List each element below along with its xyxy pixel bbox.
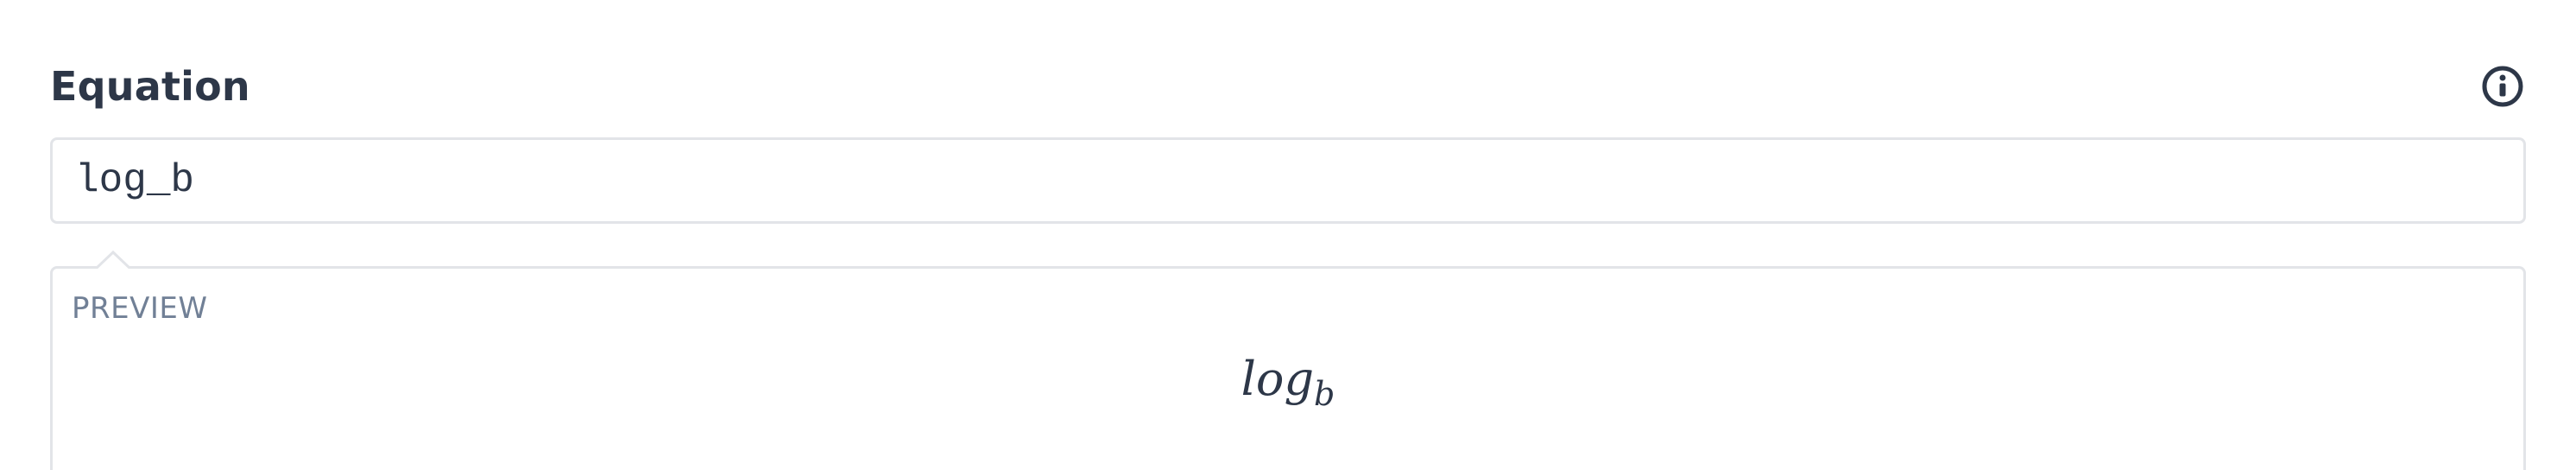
info-icon[interactable]	[2481, 65, 2524, 108]
preview-label: PREVIEW	[72, 291, 208, 326]
preview-rendered-equation: logb	[53, 352, 2523, 413]
preview-equation-base: log	[1241, 352, 1315, 406]
equation-header: Equation	[50, 55, 2526, 118]
equation-panel: Equation PREVIEW logb	[0, 0, 2576, 470]
preview-box: PREVIEW logb	[50, 250, 2526, 470]
preview-equation-subscript: b	[1314, 375, 1335, 413]
equation-input[interactable]	[75, 158, 2523, 203]
equation-title: Equation	[50, 63, 250, 110]
preview-caret-icon	[96, 250, 130, 269]
equation-input-box[interactable]	[50, 137, 2526, 224]
